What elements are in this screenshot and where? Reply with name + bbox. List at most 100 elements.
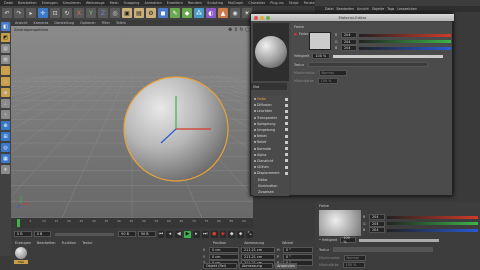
edges-mode-icon[interactable]: ◇ — [1, 77, 10, 86]
workplane-icon[interactable]: ▩ — [1, 55, 10, 64]
play-backward-icon[interactable]: ◀ — [175, 230, 183, 238]
select-tool-icon[interactable]: ▸ — [26, 8, 36, 18]
channel-checkbox[interactable] — [285, 159, 288, 163]
current-frame-field[interactable]: 0 B — [33, 231, 52, 237]
object-manager-tab-0[interactable]: Datei — [325, 7, 334, 11]
scale-tool-icon[interactable]: ⊡ — [50, 8, 60, 18]
channel-checkbox[interactable] — [285, 97, 288, 101]
material-manager-menu-item-3[interactable]: Textur — [82, 241, 92, 245]
snap-icon[interactable]: ⊕ — [1, 121, 10, 130]
rgb-value-field[interactable]: 204 — [341, 38, 357, 45]
viewport-menu-item-5[interactable]: Tafeln — [116, 21, 126, 25]
menu-item-14[interactable]: Skript — [289, 1, 299, 5]
viewport-menu-item-4[interactable]: Filter — [102, 21, 110, 25]
object-manager-tab-4[interactable]: Tags — [387, 7, 394, 11]
auto-key-icon[interactable]: ◉ — [219, 230, 227, 238]
attr-blend-select[interactable]: Normal — [343, 255, 366, 261]
menu-item-6[interactable]: Snapping — [124, 1, 140, 5]
make-editable-icon[interactable]: ◧ — [1, 22, 10, 31]
menu-item-8[interactable]: Erweitern — [167, 1, 183, 5]
key-selection-icon[interactable]: ◆ — [228, 230, 236, 238]
color-swatch[interactable] — [309, 32, 331, 50]
last-frame-icon[interactable]: ⏭ — [201, 230, 209, 238]
playhead[interactable] — [17, 219, 20, 227]
deformer-icon[interactable]: ◐ — [206, 8, 216, 18]
grid-icon[interactable]: ▦ — [1, 154, 10, 163]
coord-mode-select[interactable]: Objekt (Rel) — [203, 263, 237, 269]
scene-icon[interactable]: ▲ — [218, 8, 228, 18]
coord-angle-field[interactable]: 0 ° — [283, 253, 313, 260]
timeline-ruler[interactable]: 051015202530354045505560657075808590 — [11, 218, 253, 228]
menu-item-1[interactable]: Bearbeiten — [18, 1, 37, 5]
y-axis-icon[interactable]: Y — [86, 8, 96, 18]
end-frame-field-2[interactable]: 90 B — [137, 231, 156, 237]
coord-position-field[interactable]: 0 cm — [209, 246, 239, 253]
z-axis-icon[interactable]: Z — [98, 8, 108, 18]
render-picture-icon[interactable]: ▤ — [134, 8, 144, 18]
texture-mode-icon[interactable]: ▦ — [1, 44, 10, 53]
rgb-value-field[interactable]: 204 — [369, 220, 385, 227]
attr-brightness-field[interactable]: 100 % — [340, 236, 357, 244]
camera-icon[interactable]: ◉ — [230, 8, 240, 18]
channel-item[interactable]: Zuweisen — [253, 189, 289, 195]
menu-item-5[interactable]: Mesh — [110, 1, 119, 5]
object-manager-tab-3[interactable]: Objekte — [372, 7, 384, 11]
channel-checkbox[interactable] — [285, 103, 288, 107]
object-manager-tab-2[interactable]: Ansicht — [357, 7, 369, 11]
menu-item-10[interactable]: Sculpting — [207, 1, 223, 5]
menu-item-9[interactable]: Rendern — [188, 1, 202, 5]
polygons-mode-icon[interactable]: ◆ — [1, 88, 10, 97]
blend-strength-field[interactable]: 100 % — [317, 78, 338, 84]
attr-texture-slot[interactable] — [333, 247, 434, 252]
viewport-nav-icons[interactable]: ✥ ⇕ ↻ ▢ — [228, 27, 250, 33]
first-frame-icon[interactable]: ⏮ — [157, 230, 165, 238]
rgb-slider[interactable] — [387, 228, 478, 232]
tweak-icon[interactable]: ✧ — [1, 110, 10, 119]
menu-item-2[interactable]: Erzeugen — [42, 1, 58, 5]
rotate-tool-icon[interactable]: ↻ — [62, 8, 72, 18]
workplane-lock-icon[interactable]: ⊞ — [1, 132, 10, 141]
menu-item-12[interactable]: Charakter — [248, 1, 265, 5]
material-preview[interactable] — [253, 23, 289, 81]
3d-viewport[interactable]: Zentralperspektive ✥ ⇕ ↻ ▢ — [11, 26, 253, 218]
rgb-slider[interactable] — [359, 40, 451, 43]
rgb-slider[interactable] — [387, 222, 478, 225]
sculpt-icon[interactable]: ♦ — [1, 165, 10, 174]
record-icon[interactable]: ● — [210, 230, 218, 238]
coord-size-field[interactable]: 211.21 cm — [241, 253, 275, 260]
object-manager-tab-1[interactable]: Bearbeiten — [337, 7, 355, 11]
subdivision-icon[interactable]: ◆ — [182, 8, 192, 18]
rgb-value-field[interactable]: 204 — [341, 32, 357, 38]
array-icon[interactable]: ⁂ — [194, 8, 204, 18]
attr-brightness-slider[interactable] — [359, 238, 440, 242]
material-thumbnail[interactable]: Mat — [14, 247, 28, 264]
rgb-slider[interactable] — [359, 33, 451, 37]
brightness-field[interactable]: 100 % — [312, 53, 331, 59]
maximize-window-icon[interactable] — [266, 15, 270, 20]
channel-checkbox[interactable] — [285, 122, 288, 126]
attr-blend-strength-field[interactable]: 100 % — [342, 262, 365, 268]
coord-size-mode-select[interactable]: Abmessung — [239, 263, 273, 269]
menu-item-11[interactable]: MoGraph — [228, 1, 243, 5]
undo-icon[interactable]: ↶ — [2, 8, 12, 18]
texture-slot[interactable] — [308, 62, 429, 67]
pen-icon[interactable]: ✎ — [170, 8, 180, 18]
apply-button[interactable]: Anwenden — [275, 263, 297, 269]
render-settings-icon[interactable]: ⚙ — [146, 8, 156, 18]
cube-icon[interactable]: ◼ — [158, 8, 168, 18]
material-manager-menu-item-1[interactable]: Bearbeiten — [37, 241, 56, 245]
points-mode-icon[interactable]: ⋰ — [1, 66, 10, 75]
menu-item-4[interactable]: Werkzeuge — [86, 1, 105, 5]
coord-position-field[interactable]: 0 cm — [209, 253, 239, 260]
channel-checkbox[interactable] — [285, 128, 288, 132]
model-mode-icon[interactable]: ◩ — [1, 33, 10, 42]
rgb-value-field[interactable]: 204 — [341, 45, 357, 51]
channel-checkbox[interactable] — [285, 165, 288, 169]
menu-item-0[interactable]: Datei — [4, 1, 13, 5]
world-coords-icon[interactable]: ◎ — [110, 8, 120, 18]
menu-item-7[interactable]: Animation — [144, 1, 161, 5]
move-tool-icon[interactable]: ✛ — [38, 8, 48, 18]
channel-checkbox[interactable] — [285, 153, 288, 157]
play-icon[interactable]: ▶ — [184, 230, 192, 238]
keyframe-icon[interactable]: ⬥ — [237, 230, 245, 238]
